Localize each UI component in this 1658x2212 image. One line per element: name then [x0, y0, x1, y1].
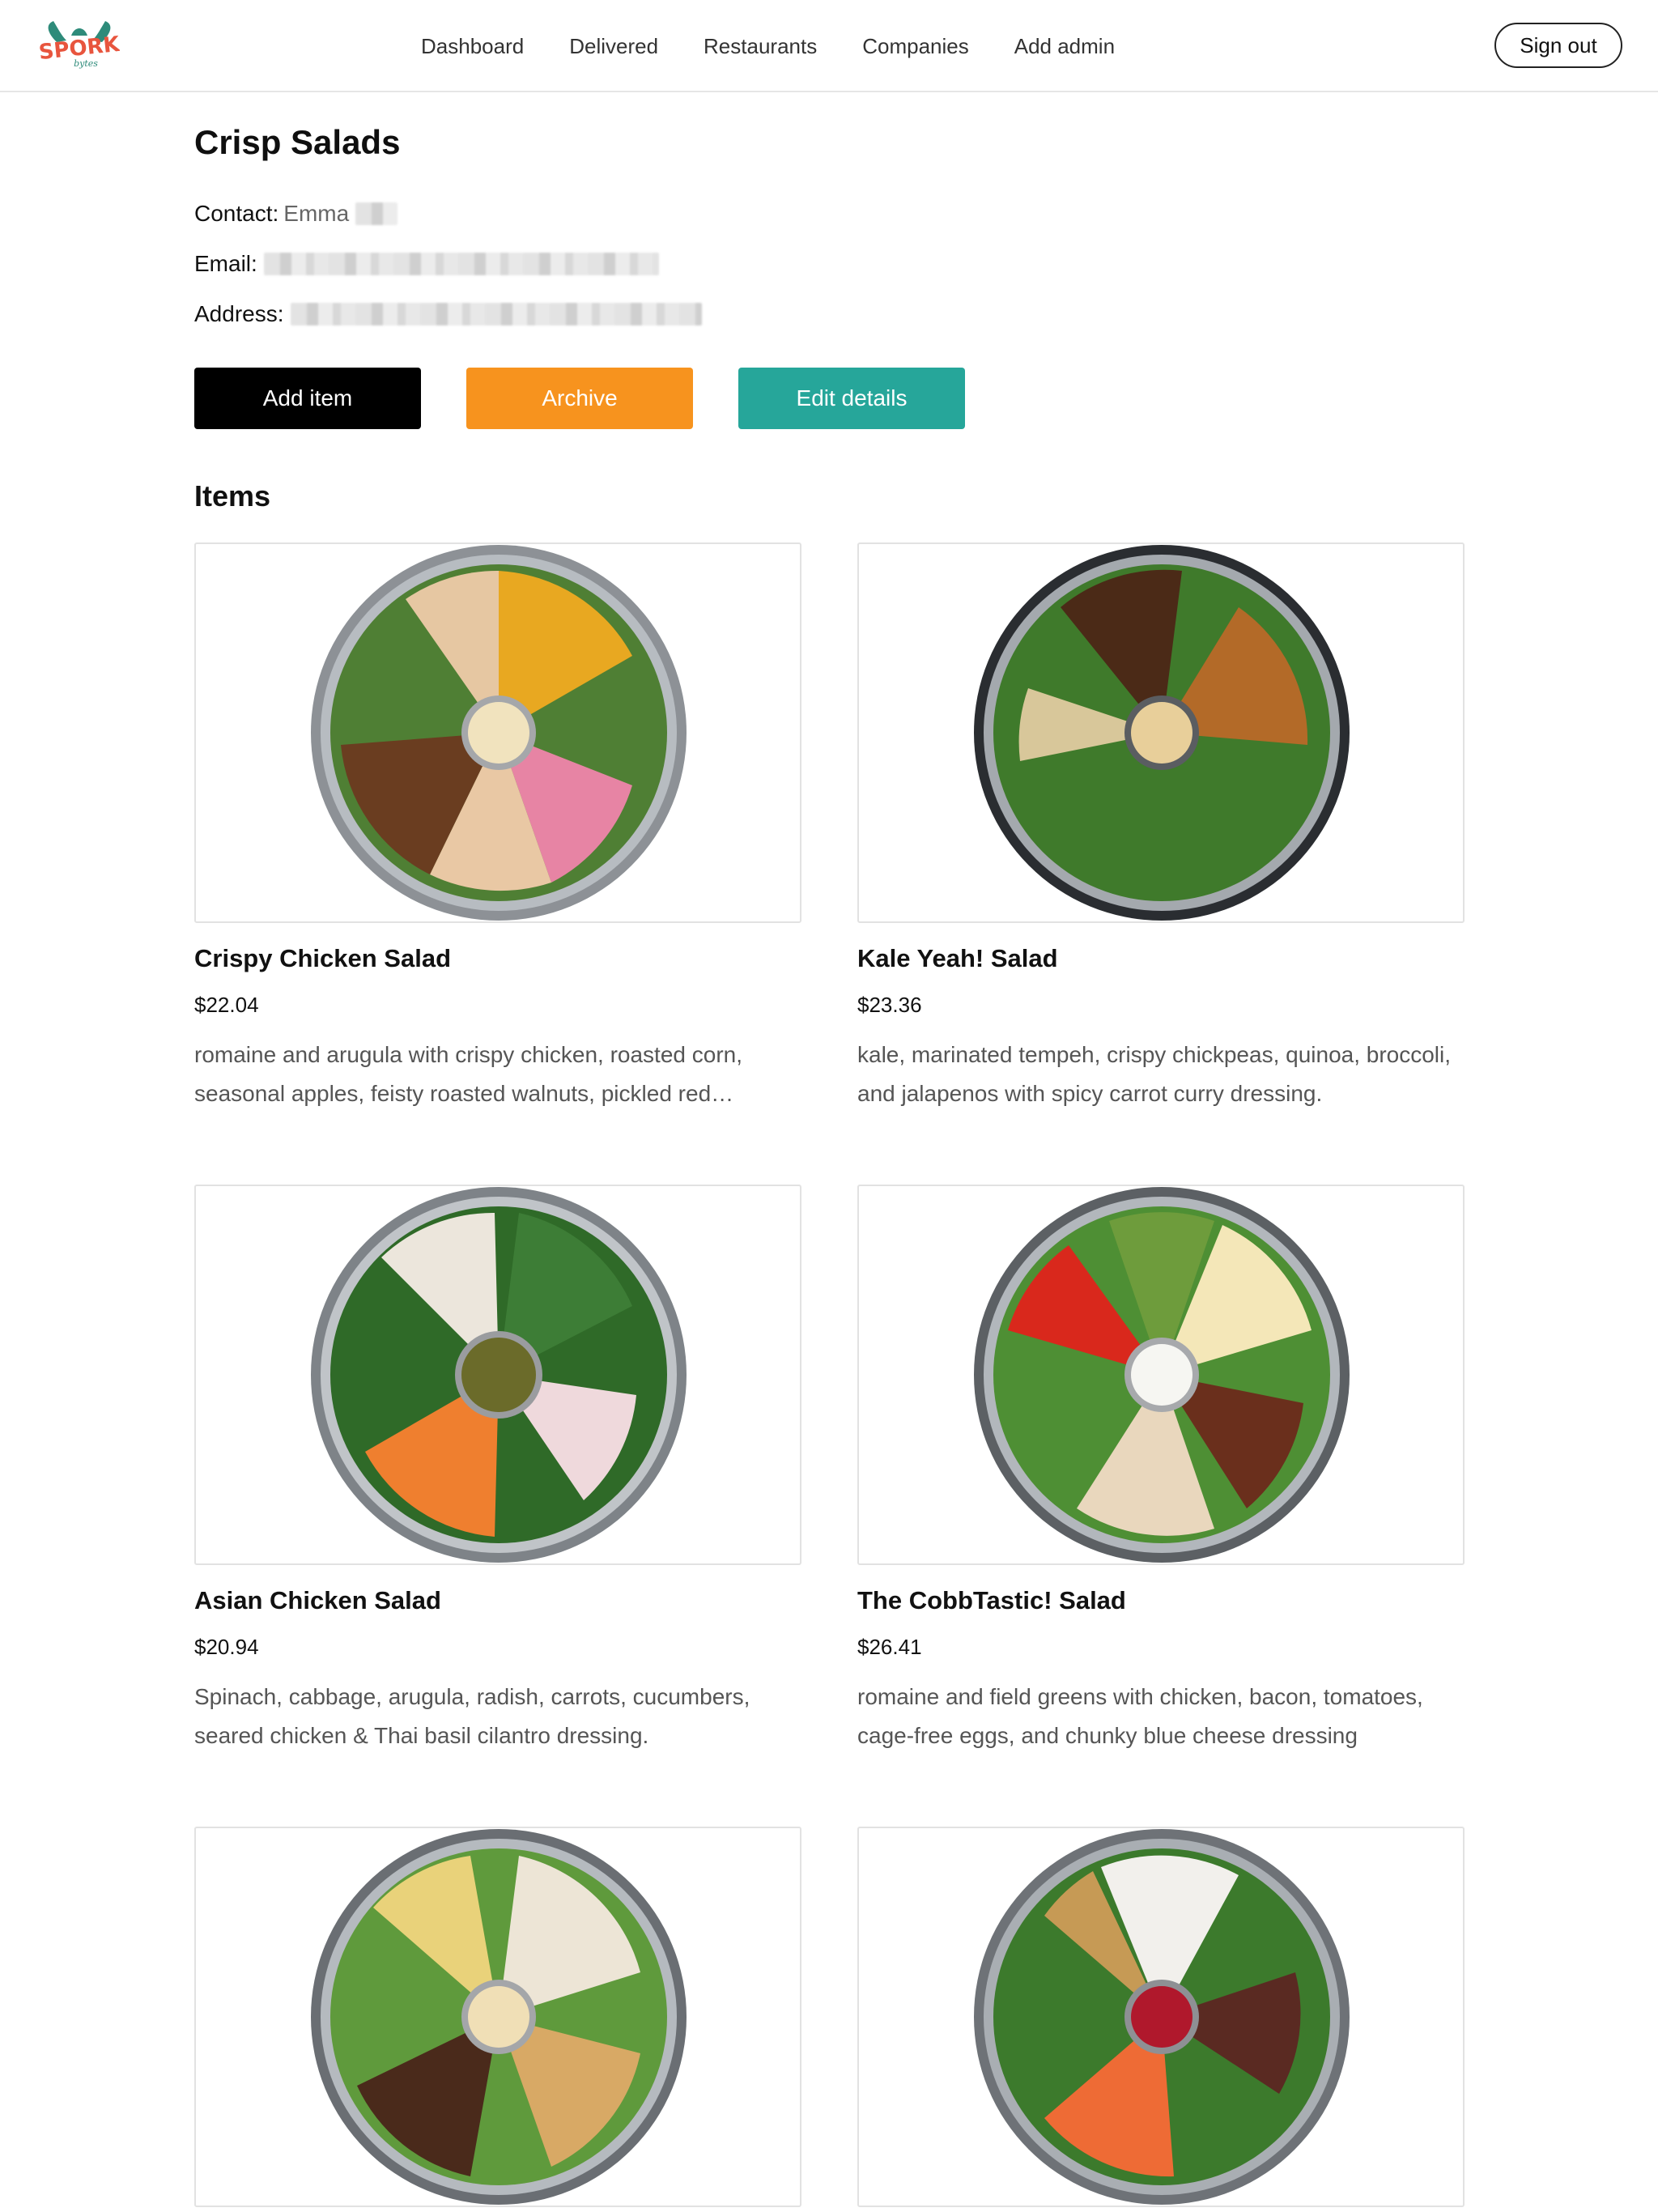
salad-image[interactable] — [194, 542, 801, 923]
item-card[interactable]: The CobbTastic! Salad $26.41 romaine and… — [857, 1185, 1465, 1755]
nav-dashboard[interactable]: Dashboard — [421, 34, 524, 59]
item-description: romaine and field greens with chicken, b… — [857, 1684, 1423, 1748]
sign-out-button[interactable]: Sign out — [1494, 23, 1622, 68]
item-price: $22.04 — [194, 993, 259, 1017]
nav-restaurants[interactable]: Restaurants — [704, 34, 817, 59]
contact-value: Emma — [283, 201, 350, 226]
item-price: $23.36 — [857, 993, 922, 1017]
item-name[interactable]: Crispy Chicken Salad — [194, 944, 801, 973]
salad-image[interactable] — [857, 1185, 1465, 1565]
salad-image[interactable] — [857, 1827, 1465, 2207]
email-label: Email: — [194, 251, 257, 276]
item-description: romaine and arugula with crispy chicken,… — [194, 1042, 743, 1106]
redacted-contact — [355, 202, 398, 225]
top-nav: SPORK bytes Dashboard Delivered Restaura… — [0, 0, 1658, 92]
contact-label: Contact: — [194, 201, 279, 226]
svg-text:bytes: bytes — [74, 58, 98, 69]
item-card[interactable]: Crispy Chicken Salad $22.04 romaine and … — [194, 542, 801, 1113]
page-title: Crisp Salads — [194, 123, 401, 161]
main-nav: Dashboard Delivered Restaurants Companie… — [421, 0, 1160, 92]
items-heading: Items — [194, 479, 271, 513]
edit-details-button[interactable]: Edit details — [738, 368, 965, 429]
redacted-address — [290, 303, 702, 325]
item-card[interactable] — [194, 1827, 801, 2212]
contact-row: Contact: Emma — [194, 198, 398, 230]
item-description: Spinach, cabbage, arugula, radish, carro… — [194, 1684, 750, 1748]
item-price: $26.41 — [857, 1635, 922, 1659]
nav-add-admin[interactable]: Add admin — [1014, 34, 1115, 59]
nav-delivered[interactable]: Delivered — [569, 34, 658, 59]
address-label: Address: — [194, 301, 284, 326]
spork-logo[interactable]: SPORK bytes — [37, 18, 121, 71]
nav-companies[interactable]: Companies — [862, 34, 969, 59]
salad-image[interactable] — [857, 542, 1465, 923]
salad-image[interactable] — [194, 1185, 801, 1565]
item-card[interactable] — [857, 1827, 1465, 2212]
item-name[interactable]: The CobbTastic! Salad — [857, 1586, 1465, 1615]
item-description: kale, marinated tempeh, crispy chickpeas… — [857, 1042, 1452, 1106]
item-card[interactable]: Kale Yeah! Salad $23.36 kale, marinated … — [857, 542, 1465, 1113]
item-card[interactable]: Asian Chicken Salad $20.94 Spinach, cabb… — [194, 1185, 801, 1755]
salad-image[interactable] — [194, 1827, 801, 2207]
address-row: Address: — [194, 298, 702, 330]
item-price: $20.94 — [194, 1635, 259, 1659]
item-name[interactable]: Kale Yeah! Salad — [857, 944, 1465, 973]
email-row: Email: — [194, 248, 659, 280]
item-name[interactable]: Asian Chicken Salad — [194, 1586, 801, 1615]
redacted-email — [263, 253, 659, 275]
archive-button[interactable]: Archive — [466, 368, 693, 429]
add-item-button[interactable]: Add item — [194, 368, 421, 429]
